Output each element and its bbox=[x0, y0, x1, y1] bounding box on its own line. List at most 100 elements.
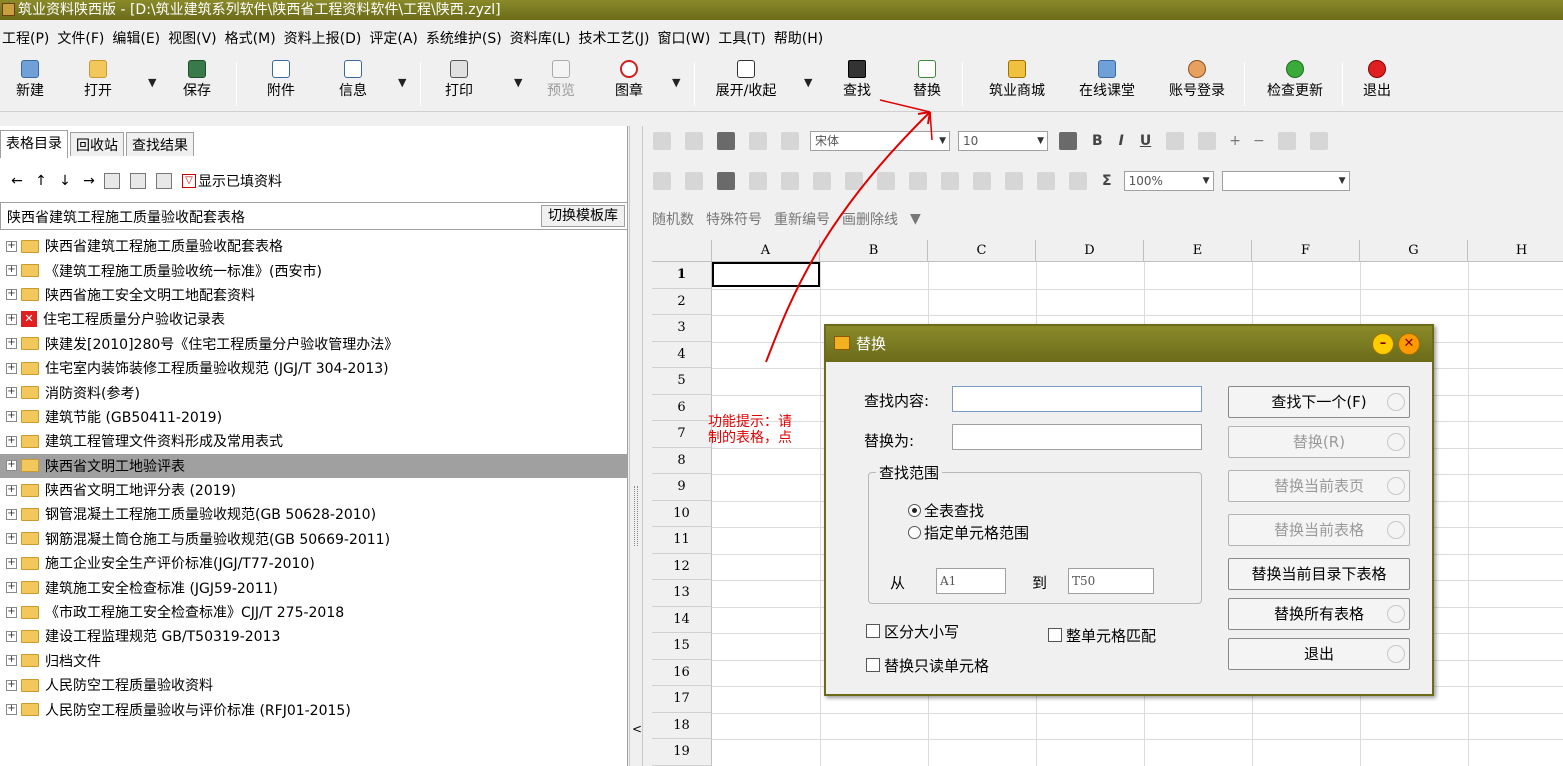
case-sensitive-checkbox[interactable] bbox=[866, 624, 880, 638]
tree-item[interactable]: + 陕建发[2010]280号《住宅工程质量分户验收管理办法》 bbox=[0, 332, 628, 356]
check-update-button[interactable]: 检查更新 bbox=[1256, 60, 1334, 108]
more-dropdown-arrow[interactable]: ▼ bbox=[910, 211, 921, 227]
row-header[interactable]: 8 bbox=[652, 447, 712, 474]
expand-plus-icon[interactable]: + bbox=[6, 655, 17, 667]
menu-project[interactable]: 工程(P) bbox=[2, 28, 55, 48]
column-header[interactable]: F bbox=[1252, 240, 1360, 262]
whole-cell-checkbox[interactable] bbox=[1048, 628, 1062, 642]
add-table-icon[interactable] bbox=[104, 173, 120, 189]
font-size-select[interactable]: 10 bbox=[958, 131, 1048, 151]
fill-color-icon[interactable] bbox=[1166, 132, 1185, 150]
stamp-button[interactable]: 图章 bbox=[606, 60, 652, 108]
row-header[interactable]: 4 bbox=[652, 341, 712, 368]
tree-item[interactable]: + 人民防空工程质量验收资料 bbox=[0, 673, 628, 697]
row-header[interactable]: 17 bbox=[652, 686, 712, 713]
tab-recycle[interactable]: 回收站 bbox=[70, 132, 124, 156]
new-button[interactable]: 新建 bbox=[10, 60, 50, 108]
online-course-button[interactable]: 在线课堂 bbox=[1068, 60, 1146, 108]
expand-plus-icon[interactable]: + bbox=[6, 411, 17, 423]
undo-icon[interactable] bbox=[749, 132, 767, 150]
tree-item[interactable]: + 陕西省施工安全文明工地配套资料 bbox=[0, 283, 628, 307]
scope-all-radio[interactable] bbox=[908, 504, 921, 517]
template-selector[interactable]: 陕西省建筑工程施工质量验收配套表格 切换模板库 bbox=[0, 202, 628, 230]
find-input[interactable] bbox=[952, 386, 1202, 412]
column-header[interactable]: B bbox=[820, 240, 928, 262]
expand-plus-icon[interactable]: + bbox=[6, 484, 17, 496]
wrap-icon[interactable] bbox=[813, 172, 831, 190]
expand-plus-icon[interactable]: + bbox=[6, 704, 17, 716]
italic-icon[interactable]: I bbox=[1119, 133, 1124, 149]
replace-directory-button[interactable]: 替换当前目录下表格 bbox=[1228, 558, 1410, 590]
whole-cell-label[interactable]: 整单元格匹配 bbox=[1066, 625, 1156, 646]
exit-button[interactable]: 退出 bbox=[1354, 60, 1400, 108]
print-dropdown-arrow[interactable]: ▼ bbox=[514, 76, 522, 89]
expand-plus-icon[interactable]: + bbox=[6, 362, 17, 374]
tree-item[interactable]: + 归档文件 bbox=[0, 649, 628, 673]
menu-file[interactable]: 文件(F) bbox=[57, 28, 110, 48]
row-header[interactable]: 11 bbox=[652, 527, 712, 554]
find-next-button[interactable]: 查找下一个(F) bbox=[1228, 386, 1410, 418]
copy-table-icon[interactable] bbox=[130, 173, 146, 189]
font-name-select[interactable]: 宋体 bbox=[810, 131, 950, 151]
info-dropdown-arrow[interactable]: ▼ bbox=[398, 76, 406, 89]
menu-tools[interactable]: 工具(T) bbox=[718, 28, 771, 48]
cut-icon[interactable] bbox=[685, 132, 703, 150]
stamp-dropdown-arrow[interactable]: ▼ bbox=[672, 76, 680, 89]
row-header[interactable]: 15 bbox=[652, 633, 712, 660]
arrow-left-icon[interactable]: ← bbox=[8, 173, 26, 189]
special-symbol-tool[interactable]: 特殊符号 bbox=[706, 209, 762, 229]
row-header[interactable]: 16 bbox=[652, 659, 712, 686]
expand-plus-icon[interactable]: + bbox=[6, 508, 17, 520]
tree-item[interactable]: + 陕西省文明工地评分表 (2019) bbox=[0, 478, 628, 502]
expand-dropdown-arrow[interactable]: ▼ bbox=[804, 76, 812, 89]
superscript-icon[interactable] bbox=[1277, 132, 1296, 150]
menu-window[interactable]: 窗口(W) bbox=[658, 28, 717, 48]
expand-plus-icon[interactable]: + bbox=[6, 387, 17, 399]
splitter-grip[interactable] bbox=[634, 486, 638, 546]
open-button[interactable]: 打开 bbox=[78, 60, 118, 108]
grid-icon[interactable] bbox=[877, 172, 895, 190]
chart-icon[interactable] bbox=[1069, 172, 1087, 190]
random-number-tool[interactable]: 随机数 bbox=[652, 209, 694, 229]
row-header[interactable]: 6 bbox=[652, 394, 712, 421]
filter-icon[interactable]: ▽ bbox=[182, 174, 196, 188]
split-icon[interactable] bbox=[685, 172, 703, 190]
tab-search-results[interactable]: 查找结果 bbox=[126, 132, 194, 156]
corner-cell[interactable] bbox=[652, 240, 712, 262]
row-header[interactable]: 9 bbox=[652, 474, 712, 501]
column-header[interactable]: G bbox=[1360, 240, 1468, 262]
to-input[interactable] bbox=[1068, 568, 1154, 594]
insert-col-icon[interactable] bbox=[749, 172, 767, 190]
strikethrough-tool[interactable]: 画删除线 bbox=[842, 209, 898, 229]
column-header[interactable]: C bbox=[928, 240, 1036, 262]
row-header[interactable]: 5 bbox=[652, 368, 712, 395]
merge-icon[interactable] bbox=[653, 172, 671, 190]
menu-edit[interactable]: 编辑(E) bbox=[112, 28, 166, 48]
image-icon[interactable] bbox=[1037, 172, 1055, 190]
lock-icon[interactable] bbox=[909, 172, 927, 190]
bold-icon[interactable]: B bbox=[1092, 133, 1103, 149]
tree-item[interactable]: + 建筑工程管理文件资料形成及常用表式 bbox=[0, 429, 628, 453]
menu-view[interactable]: 视图(V) bbox=[168, 28, 223, 48]
replace-input[interactable] bbox=[952, 424, 1202, 450]
circle-number-icon[interactable] bbox=[1309, 132, 1328, 150]
replace-button[interactable]: 替换 bbox=[904, 60, 950, 108]
menu-library[interactable]: 资料库(L) bbox=[510, 28, 577, 48]
scope-range-label[interactable]: 指定单元格范围 bbox=[924, 522, 1029, 543]
row-header[interactable]: 1 bbox=[652, 262, 712, 289]
expand-plus-icon[interactable]: + bbox=[6, 289, 17, 301]
from-input[interactable] bbox=[936, 568, 1006, 594]
tree-item[interactable]: + ✕ 住宅工程质量分户验收记录表 bbox=[0, 307, 628, 331]
info-button[interactable]: 信息 bbox=[330, 60, 376, 108]
menu-evaluate[interactable]: 评定(A) bbox=[369, 28, 424, 48]
expand-plus-icon[interactable]: + bbox=[6, 630, 17, 642]
row-header[interactable]: 18 bbox=[652, 712, 712, 739]
menu-format[interactable]: 格式(M) bbox=[225, 28, 282, 48]
expand-plus-icon[interactable]: + bbox=[6, 606, 17, 618]
tree-item[interactable]: + 建筑施工安全检查标准 (JGJ59-2011) bbox=[0, 575, 628, 599]
row-header[interactable]: 7 bbox=[652, 421, 712, 448]
tree-item[interactable]: + 住宅室内装饰装修工程质量验收规范 (JGJ/T 304-2013) bbox=[0, 356, 628, 380]
readonly-label[interactable]: 替换只读单元格 bbox=[884, 655, 989, 676]
active-cell-a1[interactable] bbox=[712, 262, 820, 287]
expand-plus-icon[interactable]: + bbox=[6, 338, 17, 350]
